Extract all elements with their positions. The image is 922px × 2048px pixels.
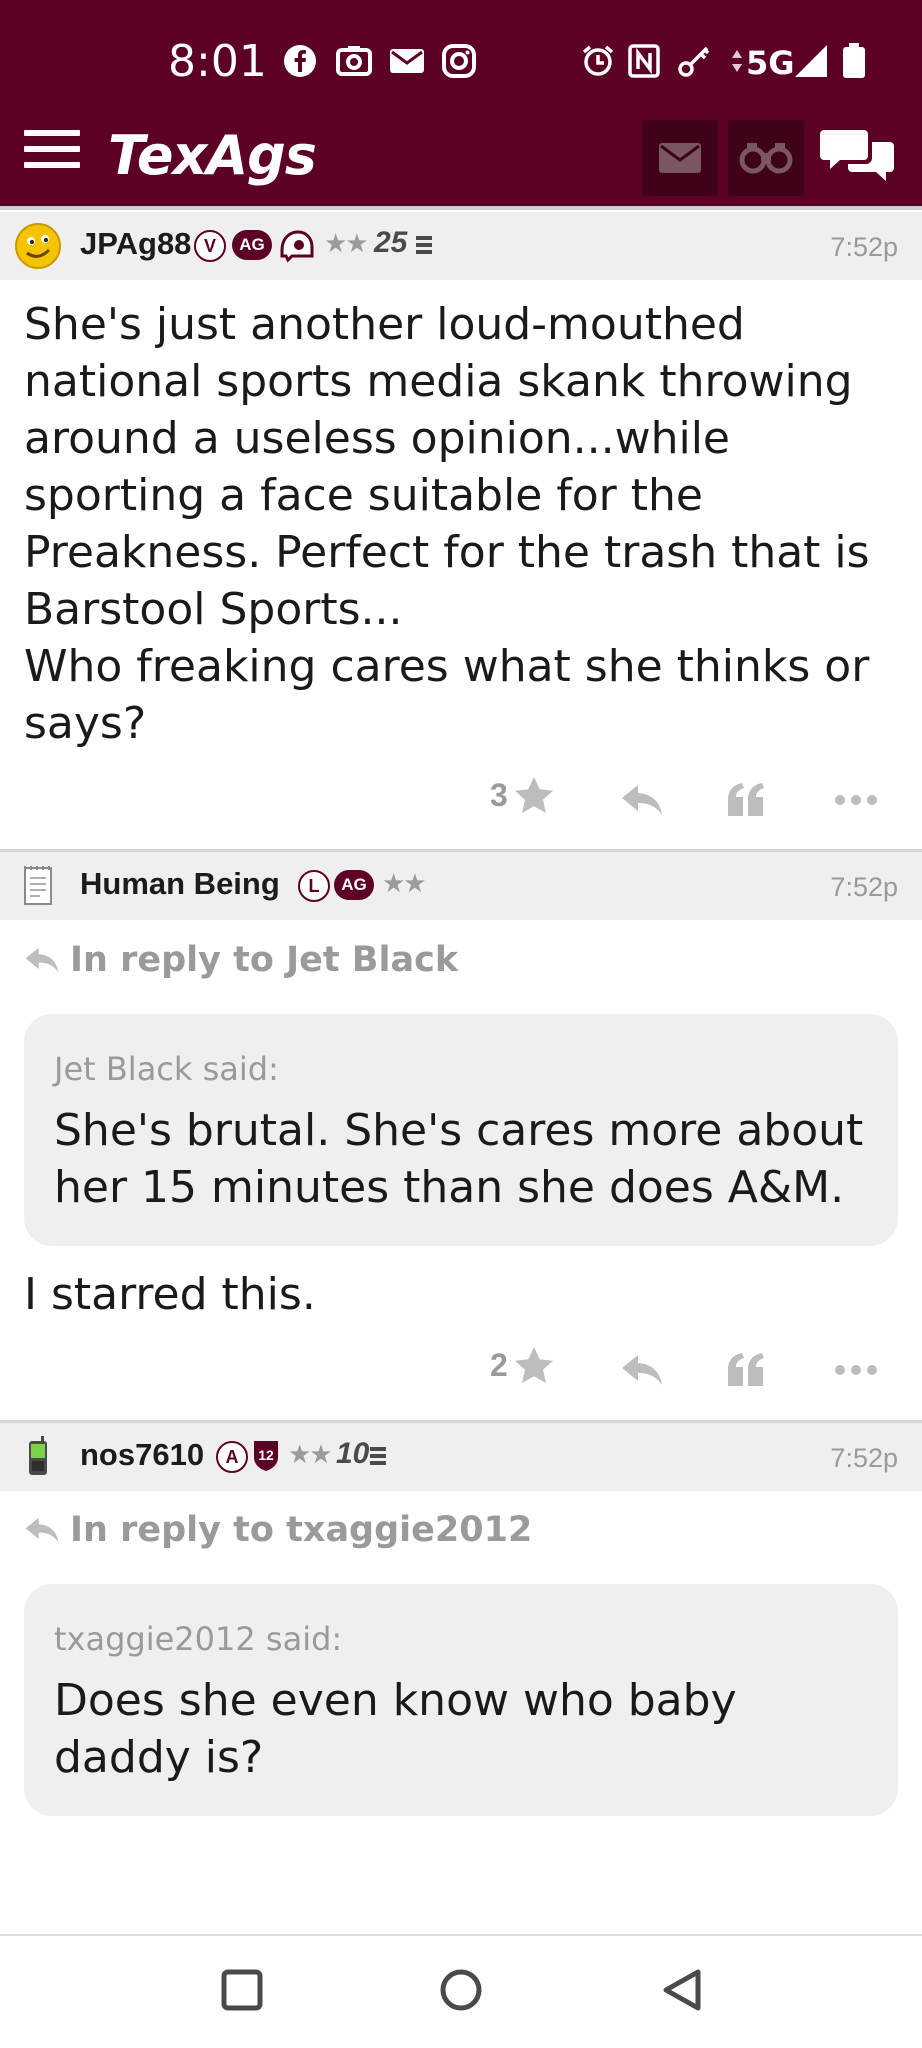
reply-reference-text: In reply to txaggie2012 xyxy=(70,1510,533,1550)
envelope-icon xyxy=(659,143,701,173)
shield-badge-text: 12 xyxy=(258,1447,274,1463)
member-badge: L xyxy=(298,870,330,902)
member-rank: 25 xyxy=(374,226,408,259)
chat-icon xyxy=(820,130,894,181)
post-time: 7:52p xyxy=(830,872,898,902)
circle-icon xyxy=(440,1969,482,2011)
nfc-icon xyxy=(626,44,662,78)
quote-author[interactable]: txaggie2012 said: xyxy=(54,1620,868,1658)
app-bar: TexAgs xyxy=(0,120,922,210)
helmet-icon xyxy=(280,230,314,263)
shield-badge: 12 xyxy=(254,1441,278,1471)
data-arrows-icon xyxy=(730,44,744,78)
reply-reference[interactable]: In reply to Jet Black xyxy=(24,940,458,980)
watching-button[interactable] xyxy=(728,120,804,196)
post-username[interactable]: JPAg88 xyxy=(80,226,191,262)
post-body-paragraph: Who freaking cares what she thinks or sa… xyxy=(24,641,870,749)
more-options-icon[interactable] xyxy=(832,778,880,822)
post-time: 7:52p xyxy=(830,1443,898,1473)
top-divider xyxy=(0,206,922,210)
key-icon xyxy=(676,44,714,78)
star-button[interactable]: 2 xyxy=(490,1346,554,1384)
reply-arrow-icon xyxy=(25,947,59,973)
quote-block: Jet Black said: She's brutal. She's care… xyxy=(24,1014,898,1246)
post-header: nos7610 A 12 ★★ 10 7:52p xyxy=(0,1423,922,1491)
mail-icon xyxy=(388,44,426,78)
reply-arrow-icon xyxy=(25,1517,59,1543)
top-bar: 8:01 5G TexAgs xyxy=(0,0,922,210)
post-username[interactable]: Human Being xyxy=(80,866,280,902)
member-stars: ★★ xyxy=(288,1439,333,1469)
post-actions: 2 xyxy=(0,1340,922,1400)
texags-logo[interactable]: TexAgs xyxy=(108,124,317,187)
quote-text: Does she even know who baby daddy is? xyxy=(54,1675,737,1783)
battery-icon xyxy=(840,43,868,78)
reply-reference-text: In reply to Jet Black xyxy=(70,940,459,980)
post-body: She's just another loud-mouthed national… xyxy=(24,299,870,635)
more-options-icon[interactable] xyxy=(832,1348,880,1392)
rank-bars-icon xyxy=(416,236,432,258)
ag-badge: AG xyxy=(334,870,374,900)
quote-text: She's brutal. She's cares more about her… xyxy=(54,1105,864,1213)
signal-icon xyxy=(792,44,830,78)
post-header: JPAg88 V AG ★★ 25 7:52p xyxy=(0,212,922,280)
rank-bars-icon xyxy=(370,1447,386,1469)
ag-badge: AG xyxy=(232,230,272,260)
binoculars-icon xyxy=(739,143,793,174)
star-icon xyxy=(514,777,553,813)
menu-icon[interactable] xyxy=(24,130,80,176)
star-count: 2 xyxy=(490,1346,508,1383)
quote-author[interactable]: Jet Black said: xyxy=(54,1050,868,1088)
reply-icon[interactable] xyxy=(618,1348,666,1392)
post-body: I starred this. xyxy=(24,1269,316,1320)
chat-button[interactable] xyxy=(820,124,896,192)
back-button[interactable] xyxy=(658,1966,706,2014)
post-header: Human Being L AG ★★ 7:52p xyxy=(0,852,922,920)
notepad-avatar[interactable] xyxy=(14,862,62,910)
recents-button[interactable] xyxy=(218,1966,266,2014)
instagram-icon xyxy=(440,44,478,78)
member-rank: 10 xyxy=(336,1437,370,1470)
post-time: 7:52p xyxy=(830,232,898,262)
quote-icon[interactable] xyxy=(722,778,770,822)
post-actions: 3 xyxy=(0,770,922,830)
member-stars: ★★ xyxy=(324,228,369,258)
member-badge: V xyxy=(194,230,226,262)
facebook-icon xyxy=(282,44,318,78)
reply-reference[interactable]: In reply to txaggie2012 xyxy=(24,1510,532,1550)
system-nav-bar xyxy=(0,1934,922,2048)
home-button[interactable] xyxy=(437,1966,485,2014)
star-button[interactable]: 3 xyxy=(490,776,554,814)
star-count: 3 xyxy=(490,776,508,813)
status-time: 8:01 xyxy=(168,36,267,87)
member-stars: ★★ xyxy=(382,868,427,898)
post-username[interactable]: nos7610 xyxy=(80,1437,204,1473)
phone-avatar[interactable] xyxy=(14,1433,62,1481)
smiley-avatar[interactable] xyxy=(14,222,62,270)
alarm-icon xyxy=(580,44,616,78)
camera-icon xyxy=(334,44,374,78)
square-icon xyxy=(221,1969,263,2011)
member-badge: A xyxy=(216,1441,248,1473)
messages-button[interactable] xyxy=(642,120,718,196)
network-type: 5G xyxy=(746,44,795,82)
triangle-back-icon xyxy=(663,1969,701,2011)
quote-block: txaggie2012 said: Does she even know who… xyxy=(24,1584,898,1816)
reply-icon[interactable] xyxy=(618,778,666,822)
quote-icon[interactable] xyxy=(722,1348,770,1392)
star-icon xyxy=(514,1347,553,1383)
status-bar: 8:01 5G xyxy=(0,0,922,120)
